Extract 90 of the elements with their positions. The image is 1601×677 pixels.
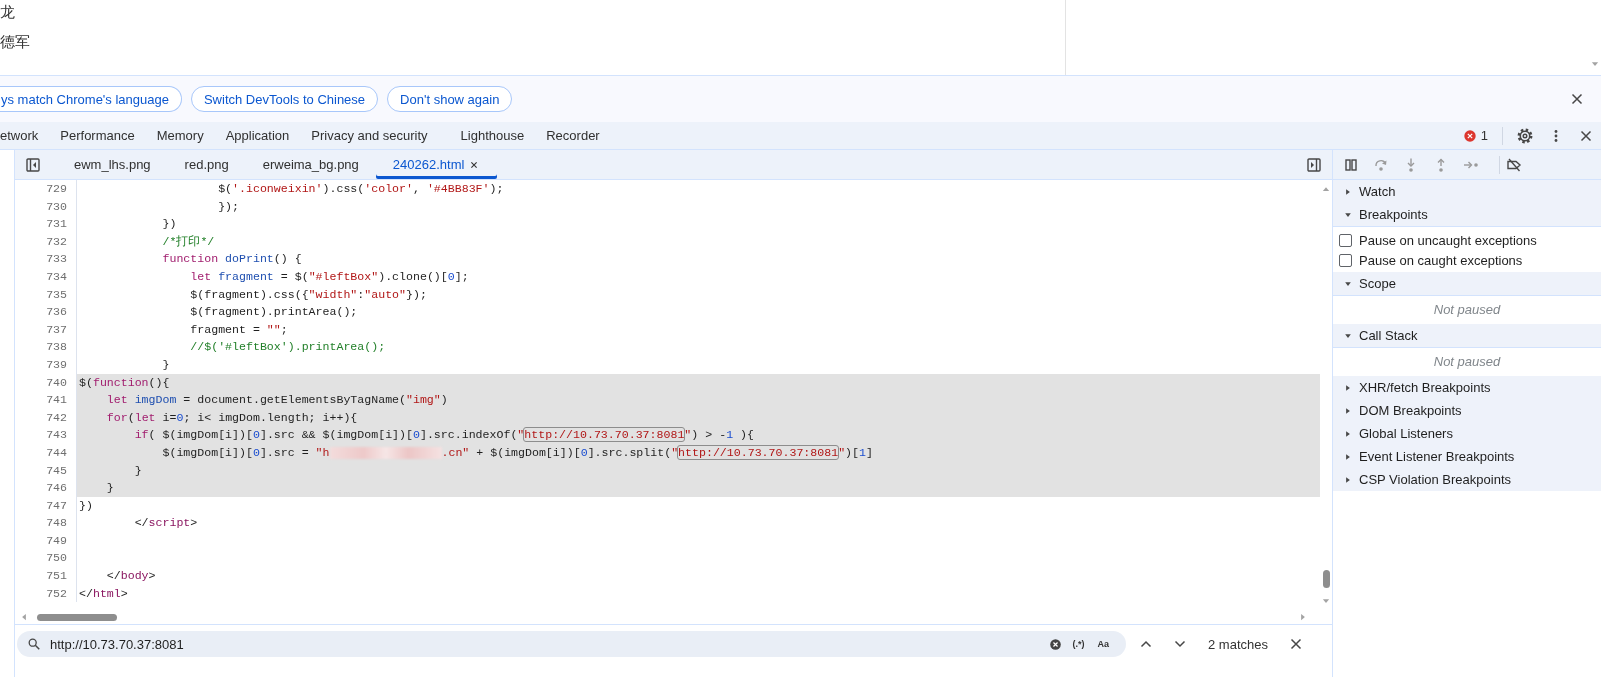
close-icon[interactable] — [1569, 91, 1585, 107]
line-number: 752 — [15, 584, 77, 603]
section-header[interactable]: Global Listeners — [1333, 422, 1601, 445]
section-header[interactable]: DOM Breakpoints — [1333, 399, 1601, 422]
code-line: $(fragment).css({"width":"auto"}); — [189, 286, 428, 303]
section-title: DOM Breakpoints — [1359, 403, 1462, 418]
error-count: 1 — [1480, 128, 1488, 143]
scrollbar-thumb[interactable] — [37, 613, 117, 621]
page-text: 德军 — [0, 32, 31, 52]
line-number: 729 — [15, 180, 77, 198]
panel-toggle-icon[interactable] — [25, 156, 41, 173]
infobar-button[interactable]: ys match Chrome's language — [0, 86, 182, 112]
infobar-button[interactable]: Switch DevTools to Chinese — [190, 86, 379, 112]
file-tab[interactable]: red.png — [167, 150, 246, 179]
code-line: /*打印*/ — [161, 233, 216, 250]
code-line: function doPrint() { — [161, 251, 303, 268]
panel-tab[interactable]: etwork — [0, 122, 50, 149]
line-number: 735 — [15, 285, 77, 304]
file-tab[interactable]: 240262.html — [375, 150, 498, 179]
section-header[interactable]: XHR/fetch Breakpoints — [1333, 376, 1601, 399]
clear-icon[interactable] — [1049, 637, 1063, 651]
code-line: }) — [161, 216, 178, 233]
line-number: 751 — [15, 567, 77, 585]
page-text: 龙 — [0, 2, 16, 22]
section-title: CSP Violation Breakpoints — [1359, 472, 1511, 487]
code-line: //$('#leftBox').printArea(); — [189, 339, 387, 356]
line-number: 733 — [15, 250, 77, 268]
error-icon — [1462, 128, 1477, 143]
checkbox-label: Pause on caught exceptions — [1359, 252, 1523, 268]
code-line: let fragment = $("#leftBox").clone()[0]; — [189, 268, 470, 285]
line-number: 736 — [15, 303, 77, 321]
file-tab[interactable]: erweima_bg.png — [245, 150, 376, 179]
section-title: Call Stack — [1359, 328, 1418, 343]
section-header[interactable]: Watch — [1333, 180, 1601, 203]
section-title: Breakpoints — [1359, 207, 1428, 222]
checkbox[interactable] — [1339, 233, 1352, 247]
section-title: Watch — [1359, 184, 1396, 199]
panel-tab[interactable]: Application — [214, 122, 301, 149]
section-title: Scope — [1359, 276, 1396, 291]
line-number: 749 — [15, 531, 77, 550]
line-number: 732 — [15, 232, 77, 251]
line-number: 739 — [15, 355, 77, 374]
line-number: 730 — [15, 197, 77, 216]
section-title: XHR/fetch Breakpoints — [1359, 380, 1491, 395]
panel-tab[interactable]: Lighthouse — [449, 122, 536, 149]
section-header[interactable]: CSP Violation Breakpoints — [1333, 468, 1601, 491]
panel-tab[interactable]: Memory — [145, 122, 215, 149]
case-toggle[interactable]: Aa — [1094, 639, 1112, 649]
code-line: $(fragment).printArea(); — [189, 304, 359, 321]
line-number: 731 — [15, 215, 77, 233]
scrollbar-thumb[interactable] — [1322, 570, 1330, 588]
search-field[interactable]: http://10.73.70.37:8081 (.*) Aa — [17, 631, 1126, 657]
code-line: </script> — [133, 515, 199, 532]
infobar-button[interactable]: Don't show again — [387, 86, 513, 112]
code-line: fragment = ""; — [189, 321, 289, 338]
section-header[interactable]: Event Listener Breakpoints — [1333, 445, 1601, 468]
code-line: } — [161, 356, 171, 373]
section-title: Event Listener Breakpoints — [1359, 449, 1515, 464]
pause-icon[interactable] — [1343, 156, 1359, 173]
code-line: </html> — [78, 585, 129, 602]
empty-message: Not paused — [1432, 301, 1502, 319]
section-title: Global Listeners — [1359, 426, 1453, 441]
section-header[interactable]: Breakpoints — [1333, 203, 1601, 227]
section-header[interactable]: Call Stack — [1333, 324, 1601, 348]
close-icon[interactable] — [1288, 636, 1304, 652]
line-number: 734 — [15, 267, 77, 286]
line-number: 750 — [15, 549, 77, 568]
error-counter[interactable]: 1 — [1454, 128, 1496, 143]
code-line: }); — [217, 198, 241, 215]
line-number: 737 — [15, 320, 77, 339]
checkbox[interactable] — [1339, 253, 1352, 267]
empty-message: Not paused — [1432, 353, 1502, 371]
panel-tab[interactable]: Recorder — [535, 122, 611, 149]
panel-tab[interactable]: Performance — [49, 122, 146, 149]
line-number: 748 — [15, 514, 77, 532]
code-line: </body> — [105, 568, 157, 585]
search-icon — [27, 637, 41, 651]
code-line: $('.iconweixin').css('color', '#4BB83F'); — [217, 181, 505, 197]
code-line: }) — [78, 497, 94, 514]
settings-icon[interactable] — [1516, 126, 1534, 145]
deactivate-breakpoints-icon[interactable] — [1506, 156, 1522, 173]
checkbox-label: Pause on uncaught exceptions — [1359, 232, 1537, 248]
file-tab[interactable]: ewm_lhs.png — [57, 150, 168, 179]
line-number: 738 — [15, 338, 77, 356]
regex-toggle[interactable]: (.*) — [1069, 639, 1088, 649]
panel-tab[interactable]: Privacy and security — [300, 122, 450, 149]
panel-toggle-icon[interactable] — [1306, 156, 1322, 173]
line-number: 747 — [15, 496, 77, 515]
section-header[interactable]: Scope — [1333, 272, 1601, 296]
match-count: 2 matches — [1208, 636, 1268, 652]
